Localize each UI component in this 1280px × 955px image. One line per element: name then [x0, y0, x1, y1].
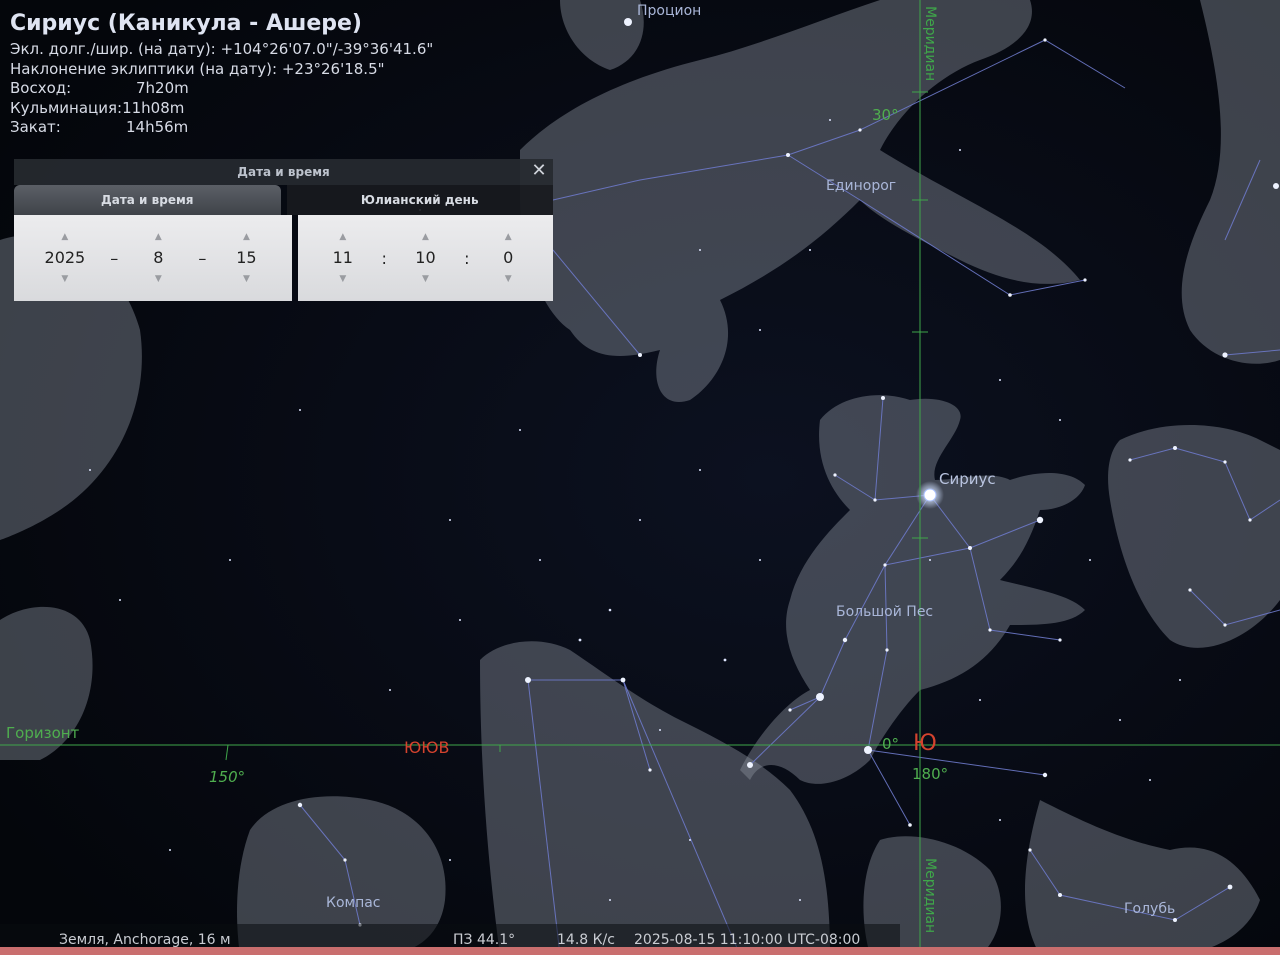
- tab-julian-day[interactable]: Юлианский день: [286, 185, 553, 215]
- date-separator: –: [198, 248, 207, 268]
- sirius-star: [923, 488, 937, 502]
- date-separator: –: [110, 248, 119, 268]
- dialog-tabs: Дата и время Юлианский день: [14, 185, 553, 215]
- sky-view[interactable]: [0, 0, 1280, 955]
- time-panel: ▲ 11 ▼ : ▲ 10 ▼ : ▲ 0 ▼: [298, 215, 553, 301]
- culmination-row: Кульминация: 11h08m: [10, 99, 433, 119]
- status-datetime[interactable]: 2025-08-15 11:10:00 UTC-08:00: [634, 932, 860, 948]
- dialog-body: ▲ 2025 ▼ – ▲ 8 ▼ – ▲ 15 ▼ ▲ 11 ▼ : ▲ 10 …: [14, 215, 553, 303]
- hour-value[interactable]: 11: [328, 243, 358, 273]
- year-up-arrow-icon[interactable]: ▲: [61, 231, 68, 243]
- minute-spinner[interactable]: ▲ 10 ▼: [410, 231, 440, 285]
- set-label: Закат:: [10, 118, 61, 136]
- second-spinner[interactable]: ▲ 0 ▼: [493, 231, 523, 285]
- label-az-180: 180°: [912, 765, 949, 783]
- hour-down-arrow-icon[interactable]: ▼: [339, 273, 346, 285]
- bottom-edge-strip: [0, 947, 1280, 955]
- month-spinner[interactable]: ▲ 8 ▼: [143, 231, 173, 285]
- object-info-panel: Сириус (Каникула - Ашере) Экл. долг./шир…: [10, 10, 433, 138]
- label-procyon[interactable]: Процион: [637, 3, 701, 19]
- minute-value[interactable]: 10: [410, 243, 440, 273]
- label-direction-south: Ю: [913, 731, 937, 756]
- label-alt-30: 30°: [872, 106, 899, 124]
- dialog-title: Дата и время: [237, 165, 330, 179]
- label-horizon: Горизонт: [6, 724, 80, 742]
- rise-value: 7h20m: [136, 79, 189, 97]
- year-spinner[interactable]: ▲ 2025 ▼: [45, 231, 86, 285]
- label-meridian-bottom: Меридиан: [922, 858, 938, 934]
- minute-down-arrow-icon[interactable]: ▼: [422, 273, 429, 285]
- second-value[interactable]: 0: [493, 243, 523, 273]
- day-value[interactable]: 15: [231, 243, 261, 273]
- status-fps: 14.8 К/с: [557, 932, 615, 948]
- ecliptic-coords: Экл. долг./шир. (на дату): +104°26'07.0"…: [10, 40, 434, 58]
- datetime-dialog: Дата и время ✕ Дата и время Юлианский де…: [14, 159, 553, 303]
- time-separator: :: [464, 248, 470, 268]
- second-up-arrow-icon[interactable]: ▲: [505, 231, 512, 243]
- set-row: Закат: 14h56m: [10, 118, 433, 138]
- rise-label: Восход:: [10, 79, 72, 97]
- label-direction-ssw: ЮЮВ: [404, 738, 450, 757]
- culmination-value: 11h08m: [122, 98, 185, 117]
- set-value: 14h56m: [126, 118, 189, 136]
- status-fov: ПЗ 44.1°: [453, 932, 516, 948]
- label-canis-major[interactable]: Большой Пес: [836, 604, 933, 620]
- minute-up-arrow-icon[interactable]: ▲: [422, 231, 429, 243]
- status-location[interactable]: Земля, Anchorage, 16 м: [59, 932, 231, 948]
- label-pyxis[interactable]: Компас: [326, 895, 381, 911]
- time-separator: :: [381, 248, 387, 268]
- dialog-titlebar[interactable]: Дата и время ✕: [14, 159, 553, 185]
- ecliptic-obliquity: Наклонение эклиптики (на дату): +23°26'1…: [10, 59, 385, 78]
- year-down-arrow-icon[interactable]: ▼: [61, 273, 68, 285]
- object-title: Сириус (Каникула - Ашере): [10, 11, 362, 36]
- label-monoceros[interactable]: Единорог: [826, 178, 896, 194]
- hour-spinner[interactable]: ▲ 11 ▼: [328, 231, 358, 285]
- close-icon[interactable]: ✕: [529, 161, 549, 181]
- culmination-label: Кульминация:: [10, 98, 123, 117]
- label-meridian-top: Меридиан: [922, 6, 938, 82]
- tab-date-time[interactable]: Дата и время: [14, 185, 281, 215]
- label-alt-0: 0°: [882, 735, 900, 753]
- date-panel: ▲ 2025 ▼ – ▲ 8 ▼ – ▲ 15 ▼: [14, 215, 292, 301]
- month-up-arrow-icon[interactable]: ▲: [155, 231, 162, 243]
- month-down-arrow-icon[interactable]: ▼: [155, 273, 162, 285]
- year-value[interactable]: 2025: [45, 243, 86, 273]
- day-down-arrow-icon[interactable]: ▼: [243, 273, 250, 285]
- month-value[interactable]: 8: [143, 243, 173, 273]
- label-columba[interactable]: Голубь: [1124, 901, 1175, 917]
- label-az-150: 150°: [209, 768, 246, 786]
- rise-row: Восход: 7h20m: [10, 79, 433, 99]
- day-up-arrow-icon[interactable]: ▲: [243, 231, 250, 243]
- hour-up-arrow-icon[interactable]: ▲: [339, 231, 346, 243]
- label-sirius[interactable]: Сириус: [939, 470, 996, 488]
- day-spinner[interactable]: ▲ 15 ▼: [231, 231, 261, 285]
- second-down-arrow-icon[interactable]: ▼: [505, 273, 512, 285]
